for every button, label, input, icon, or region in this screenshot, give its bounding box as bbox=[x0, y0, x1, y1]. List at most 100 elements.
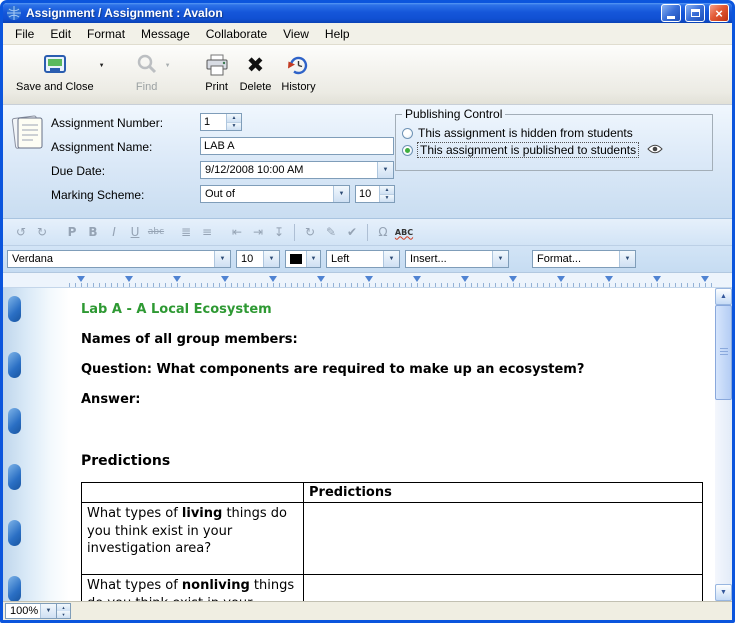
chevron-down-icon[interactable]: ▼ bbox=[377, 162, 393, 178]
plain-style-icon[interactable]: P bbox=[62, 222, 82, 242]
answer-cell[interactable] bbox=[304, 575, 703, 602]
tab-stop-marker bbox=[605, 276, 613, 282]
ruler[interactable] bbox=[3, 273, 732, 288]
members-line: Names of all group members: bbox=[81, 332, 711, 347]
find-options-chevron-icon[interactable]: ▼ bbox=[165, 63, 171, 69]
insert-select[interactable]: Insert... ▼ bbox=[405, 250, 509, 268]
spin-up-icon[interactable]: ▲ bbox=[380, 186, 394, 194]
save-and-close-button[interactable]: Save and Close bbox=[11, 49, 99, 95]
history-button[interactable]: History bbox=[276, 49, 320, 95]
document-area[interactable]: Lab A - A Local Ecosystem Names of all g… bbox=[3, 288, 732, 601]
redo-icon[interactable]: ↻ bbox=[32, 222, 52, 242]
outdent-icon[interactable]: ⇤ bbox=[227, 222, 247, 242]
scroll-down-icon[interactable]: ▼ bbox=[715, 584, 732, 601]
assignment-name-input[interactable] bbox=[200, 137, 394, 155]
menu-bar: File Edit Format Message Collaborate Vie… bbox=[3, 23, 732, 45]
menu-item-file[interactable]: File bbox=[7, 25, 42, 43]
print-icon bbox=[204, 52, 230, 78]
find-button[interactable]: Find bbox=[129, 49, 165, 95]
chevron-down-icon[interactable]: ▼ bbox=[214, 251, 230, 267]
tab-stop-marker bbox=[653, 276, 661, 282]
answer-cell[interactable] bbox=[304, 503, 703, 575]
bold-icon[interactable]: B bbox=[83, 222, 103, 242]
chevron-down-icon[interactable]: ▼ bbox=[40, 604, 56, 618]
undo-icon[interactable]: ↺ bbox=[11, 222, 31, 242]
published-radio[interactable] bbox=[402, 145, 413, 156]
font-size-value: 10 bbox=[237, 253, 263, 265]
assignment-icon bbox=[11, 113, 45, 154]
zoom-select[interactable]: 100% ▼ bbox=[5, 603, 57, 619]
alignment-value: Left bbox=[327, 253, 383, 265]
hidden-radio[interactable] bbox=[402, 128, 413, 139]
spin-down-icon[interactable]: ▼ bbox=[227, 122, 241, 131]
font-color-select[interactable]: ▼ bbox=[285, 250, 321, 268]
font-size-select[interactable]: 10 ▼ bbox=[236, 250, 280, 268]
chevron-down-icon[interactable]: ▼ bbox=[306, 251, 320, 267]
zoom-spinner[interactable]: ▲ ▼ bbox=[57, 603, 71, 619]
tab-stop-marker bbox=[413, 276, 421, 282]
font-bar: Verdana ▼ 10 ▼ ▼ Left ▼ Insert... ▼ Form… bbox=[3, 246, 732, 273]
color-swatch-black bbox=[290, 254, 302, 264]
main-toolbar: Save and Close ▼ Find ▼ Print ✖ Delete H… bbox=[3, 45, 732, 105]
italic-icon[interactable]: I bbox=[104, 222, 124, 242]
binder-dot bbox=[8, 464, 21, 490]
marking-points-spinner[interactable]: 10 ▲▼ bbox=[355, 185, 395, 203]
due-date-value: 9/12/2008 10:00 AM bbox=[201, 164, 377, 176]
alignment-select[interactable]: Left ▼ bbox=[326, 250, 400, 268]
chevron-down-icon[interactable]: ▼ bbox=[333, 186, 349, 202]
strikethrough-icon[interactable]: abc bbox=[146, 222, 166, 242]
list-icon[interactable]: ≣ bbox=[176, 222, 196, 242]
assignment-form-panel: Assignment Number: Assignment Name: Due … bbox=[3, 105, 732, 219]
print-button[interactable]: Print bbox=[199, 49, 235, 95]
menu-item-collaborate[interactable]: Collaborate bbox=[198, 25, 275, 43]
chevron-down-icon[interactable]: ▼ bbox=[619, 251, 635, 267]
publishing-control-title: Publishing Control bbox=[402, 107, 505, 121]
maximize-button[interactable] bbox=[685, 4, 705, 22]
spin-down-icon[interactable]: ▼ bbox=[57, 611, 70, 618]
font-family-select[interactable]: Verdana ▼ bbox=[7, 250, 231, 268]
spin-up-icon[interactable]: ▲ bbox=[227, 114, 241, 122]
due-date-select[interactable]: 9/12/2008 10:00 AM ▼ bbox=[200, 161, 394, 179]
menu-item-view[interactable]: View bbox=[275, 25, 317, 43]
menu-item-help[interactable]: Help bbox=[317, 25, 358, 43]
assignment-number-spinner[interactable]: 1 ▲▼ bbox=[200, 113, 242, 131]
spellcheck-icon[interactable]: ABC bbox=[394, 222, 414, 242]
tab-stop-marker bbox=[557, 276, 565, 282]
approve-check-icon[interactable]: ✔ bbox=[342, 222, 362, 242]
numbered-list-icon[interactable]: ≡ bbox=[197, 222, 217, 242]
published-radio-label: This assignment is published to students bbox=[418, 143, 638, 157]
menu-item-edit[interactable]: Edit bbox=[42, 25, 79, 43]
chevron-down-icon[interactable]: ▼ bbox=[263, 251, 279, 267]
scrollbar-thumb[interactable] bbox=[715, 305, 732, 400]
chevron-down-icon[interactable]: ▼ bbox=[383, 251, 399, 267]
chevron-down-icon[interactable]: ▼ bbox=[492, 251, 508, 267]
indent-icon[interactable]: ⇥ bbox=[248, 222, 268, 242]
menu-item-format[interactable]: Format bbox=[79, 25, 133, 43]
edit-pencil-icon[interactable]: ✎ bbox=[321, 222, 341, 242]
move-down-icon[interactable]: ↧ bbox=[269, 222, 289, 242]
stationery-margin bbox=[3, 288, 69, 601]
published-option-row[interactable]: This assignment is published to students bbox=[402, 143, 706, 157]
save-options-chevron-icon[interactable]: ▼ bbox=[99, 63, 105, 69]
delete-label: Delete bbox=[240, 81, 272, 93]
scroll-up-icon[interactable]: ▲ bbox=[715, 288, 732, 305]
underline-icon[interactable]: U bbox=[125, 222, 145, 242]
history-icon bbox=[285, 52, 311, 78]
special-characters-icon[interactable]: Ω bbox=[373, 222, 393, 242]
document-body[interactable]: Lab A - A Local Ecosystem Names of all g… bbox=[81, 288, 711, 601]
minimize-button[interactable] bbox=[661, 4, 681, 22]
zoom-value: 100% bbox=[6, 605, 40, 617]
spin-up-icon[interactable]: ▲ bbox=[57, 604, 70, 611]
menu-item-message[interactable]: Message bbox=[133, 25, 198, 43]
hidden-option-row[interactable]: This assignment is hidden from students bbox=[402, 126, 706, 140]
marking-scheme-select[interactable]: Out of ▼ bbox=[200, 185, 350, 203]
vertical-scrollbar[interactable]: ▲ ▼ bbox=[715, 288, 732, 601]
delete-button[interactable]: ✖ Delete bbox=[235, 49, 277, 95]
row1-bold-word: living bbox=[182, 506, 222, 521]
format-select[interactable]: Format... ▼ bbox=[532, 250, 636, 268]
refresh-icon[interactable]: ↻ bbox=[300, 222, 320, 242]
question-line: Question: What components are required t… bbox=[81, 362, 711, 377]
title-bar[interactable]: Assignment / Assignment : Avalon × bbox=[3, 3, 732, 23]
spin-down-icon[interactable]: ▼ bbox=[380, 194, 394, 203]
close-button[interactable]: × bbox=[709, 4, 729, 22]
